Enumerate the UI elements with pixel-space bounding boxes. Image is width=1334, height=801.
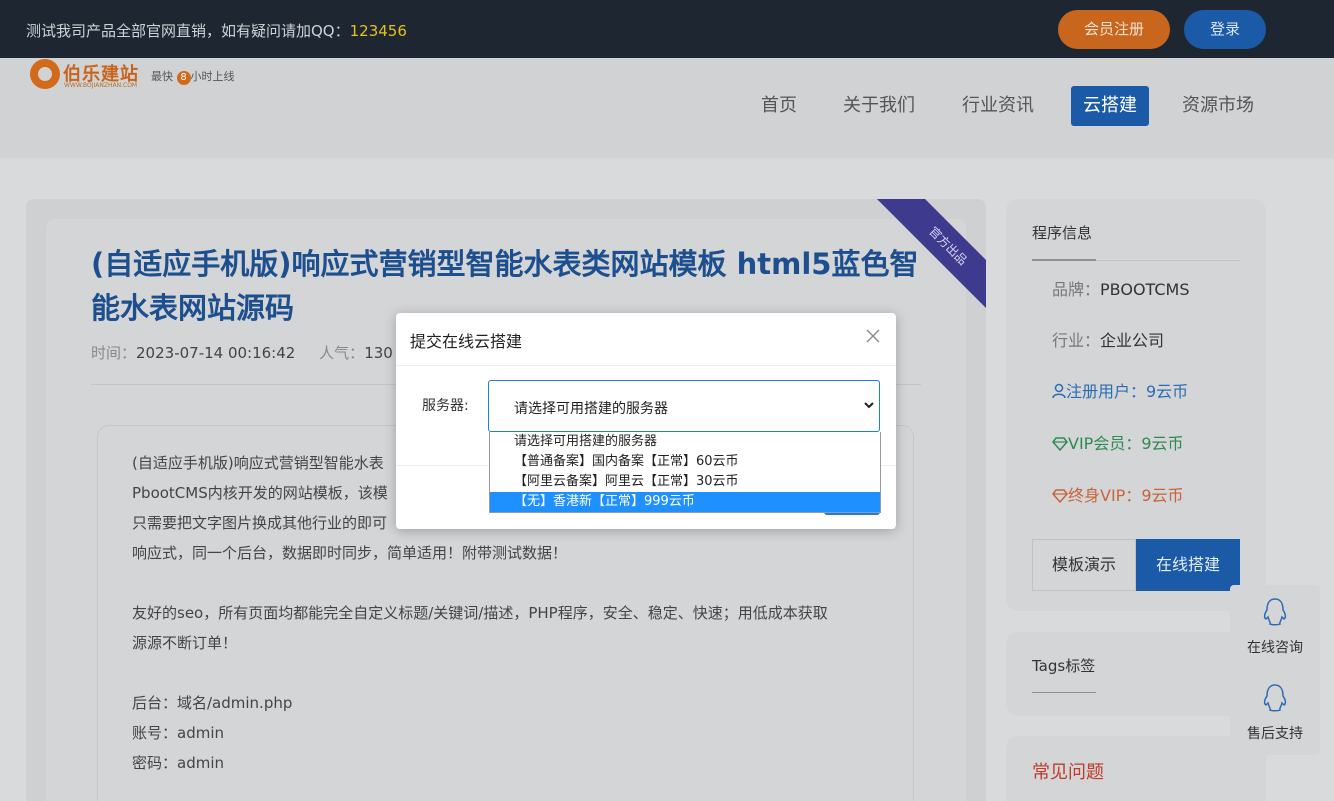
diamond-icon (1052, 437, 1068, 452)
content-line: 只需要把文字图片换成其他行业的即可 (132, 514, 388, 532)
qq-penguin-icon (1263, 684, 1287, 712)
server-select[interactable]: 请选择可用搭建的服务器 (488, 380, 880, 432)
slogan-post: 小时上线 (190, 70, 235, 83)
server-options-list: 请选择可用搭建的服务器 【普通备案】国内备案【正常】60云币 【阿里云备案】阿里… (489, 432, 881, 513)
server-label: 服务器: (422, 398, 469, 414)
online-consult-button[interactable]: 在线咨询 (1230, 585, 1320, 669)
content-line: 响应式，同一个后台，数据即时同步，简单适用！附带测试数据！ (132, 544, 568, 562)
online-build-button[interactable]: 在线搭建 (1136, 539, 1240, 591)
register-button[interactable]: 会员注册 (1058, 10, 1170, 49)
notice-text: 测试我司产品全部官网直销，如有疑问请加QQ： (26, 22, 350, 40)
login-button[interactable]: 登录 (1184, 10, 1266, 49)
logo-slogan: 最快 8 小时上线 (151, 68, 235, 85)
content-line: 账号：admin (132, 724, 224, 742)
registered-user-text: 注册用户：9云币 (1066, 382, 1189, 401)
nav-item-cloud-build[interactable]: 云搭建 (1071, 86, 1149, 126)
nav-item-home[interactable]: 首页 (761, 86, 797, 126)
server-option[interactable]: 【阿里云备案】阿里云【正常】30云币 (490, 472, 880, 492)
modal-header-divider (396, 365, 896, 366)
content-line: 源源不断订单！ (132, 634, 238, 652)
underline-accent (1032, 259, 1096, 261)
nav-item-about[interactable]: 关于我们 (843, 86, 915, 126)
logo-domain: WWW.BOJIANZHAN.COM (64, 82, 138, 89)
modal-title: 提交在线云搭建 (410, 332, 523, 351)
lifetime-vip-text: 终身VIP：9云币 (1068, 486, 1184, 505)
after-sales-button[interactable]: 售后支持 (1230, 671, 1320, 755)
content-line: (自适应手机版)响应式营销型智能水表 (132, 454, 384, 472)
content-line: PbootCMS内核开发的网站模板，该模 (132, 484, 388, 502)
lifetime-vip-price: 终身VIP：9云币 (1052, 482, 1184, 506)
vip-price: VIP会员：9云币 (1052, 430, 1184, 454)
slogan-pre: 最快 (151, 70, 173, 83)
content-line: 友好的seo，所有页面均都能完全自定义标题/关键词/描述，PHP程序，安全、稳定… (132, 604, 828, 622)
after-sales-label: 售后支持 (1247, 726, 1303, 742)
registered-user-price: 注册用户：9云币 (1052, 378, 1188, 402)
server-select-value: 请选择可用搭建的服务器 (514, 401, 668, 417)
floating-service-panel: 在线咨询 售后支持 (1230, 585, 1320, 755)
faq-heading: 常见问题 (1032, 762, 1104, 783)
nav-item-news[interactable]: 行业资讯 (962, 86, 1034, 126)
nav-item-market[interactable]: 资源市场 (1182, 86, 1254, 126)
chevron-down-icon (864, 402, 874, 409)
industry-value: 企业公司 (1100, 331, 1165, 350)
server-option[interactable]: 请选择可用搭建的服务器 (490, 432, 880, 452)
qq-penguin-icon (1263, 598, 1287, 626)
brand-value: PBOOTCMS (1100, 280, 1190, 299)
content-line: 后台：域名/admin.php (132, 694, 293, 712)
slogan-number: 8 (176, 71, 191, 85)
views-label: 人气： (319, 344, 365, 362)
tags-underline (1032, 692, 1096, 693)
tags-heading: Tags标签 (1032, 657, 1096, 675)
time-label: 时间： (91, 344, 137, 362)
server-option[interactable]: 【普通备案】国内备案【正常】60云币 (490, 452, 880, 472)
program-info-heading: 程序信息 (1032, 224, 1093, 242)
template-demo-button[interactable]: 模板演示 (1032, 539, 1136, 591)
brand-label: 品牌： (1052, 280, 1101, 299)
time-value: 2023-07-14 00:16:42 (136, 344, 296, 362)
industry-label: 行业： (1052, 331, 1101, 350)
diamond-icon (1052, 489, 1068, 504)
industry-row: 行业：企业公司 (1052, 327, 1164, 351)
top-bar: 测试我司产品全部官网直销，如有疑问请加QQ：123456 会员注册 登录 (0, 0, 1334, 58)
qq-number: 123456 (349, 22, 407, 40)
contact-notice: 测试我司产品全部官网直销，如有疑问请加QQ：123456 (26, 20, 407, 41)
logo-mark-icon (30, 59, 60, 89)
brand-row: 品牌：PBOOTCMS (1052, 276, 1190, 300)
close-icon[interactable] (864, 327, 882, 345)
user-icon (1052, 383, 1066, 399)
content-line: 密码：admin (132, 754, 224, 772)
heading-underline (1032, 259, 1240, 261)
vip-text: VIP会员：9云币 (1068, 434, 1184, 453)
server-option-highlighted[interactable]: 【无】香港新【正常】999云币 (490, 492, 880, 512)
online-consult-label: 在线咨询 (1247, 640, 1303, 656)
views-value: 130 (364, 344, 393, 362)
article-meta: 时间：2023-07-14 00:16:42 人气：130 (91, 342, 393, 363)
